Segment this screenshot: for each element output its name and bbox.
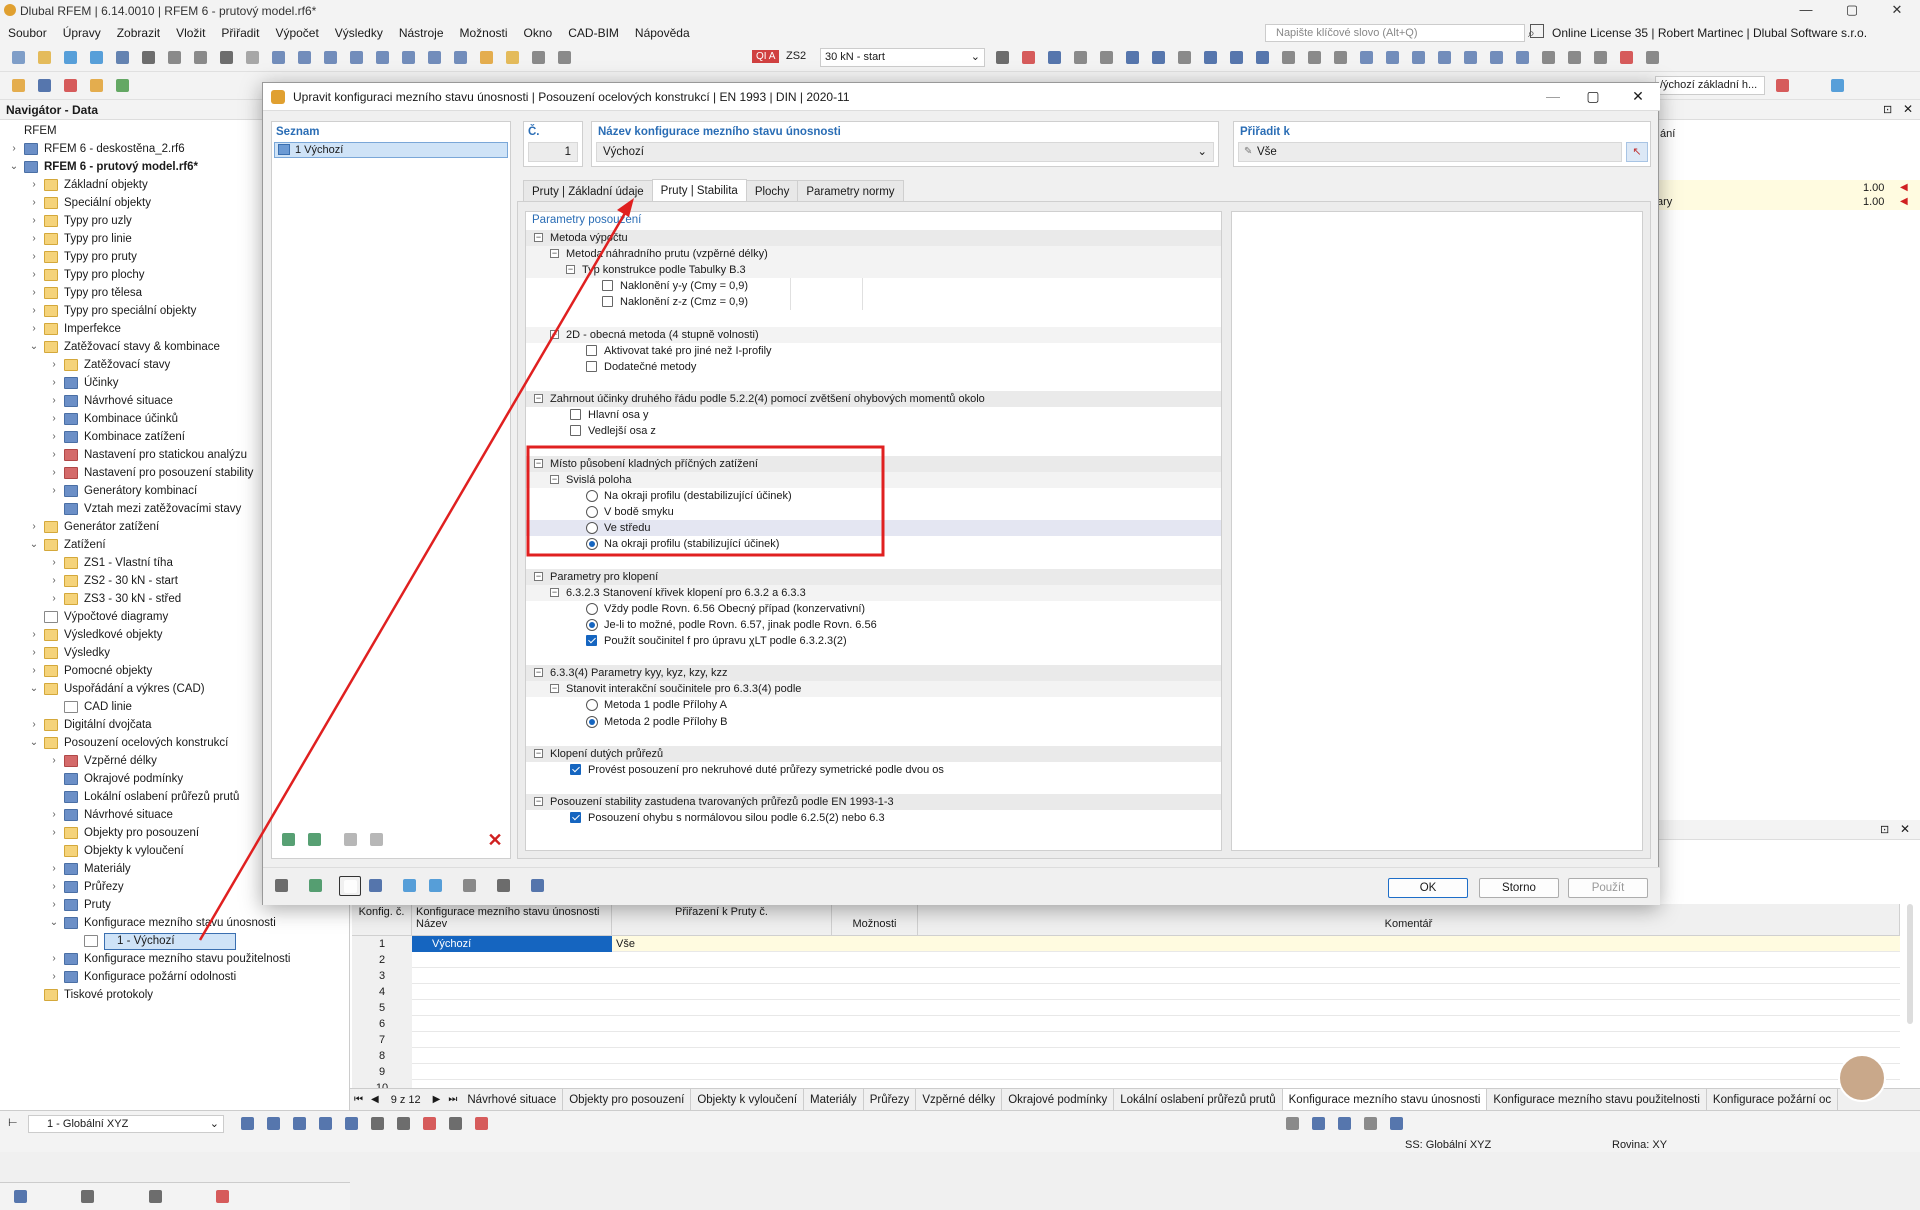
display-tab-icon[interactable]: [77, 1187, 99, 1207]
highlight-box: [526, 445, 885, 557]
camera-icon[interactable]: [145, 1187, 167, 1207]
data-tab-icon[interactable]: [10, 1187, 32, 1207]
results-tab-icon[interactable]: [212, 1187, 234, 1207]
navigator-toolbar: [0, 1182, 350, 1210]
annotation-overlay: [198, 198, 885, 941]
arrow-head-icon: [617, 198, 634, 217]
annotation-arrow: [198, 207, 630, 941]
